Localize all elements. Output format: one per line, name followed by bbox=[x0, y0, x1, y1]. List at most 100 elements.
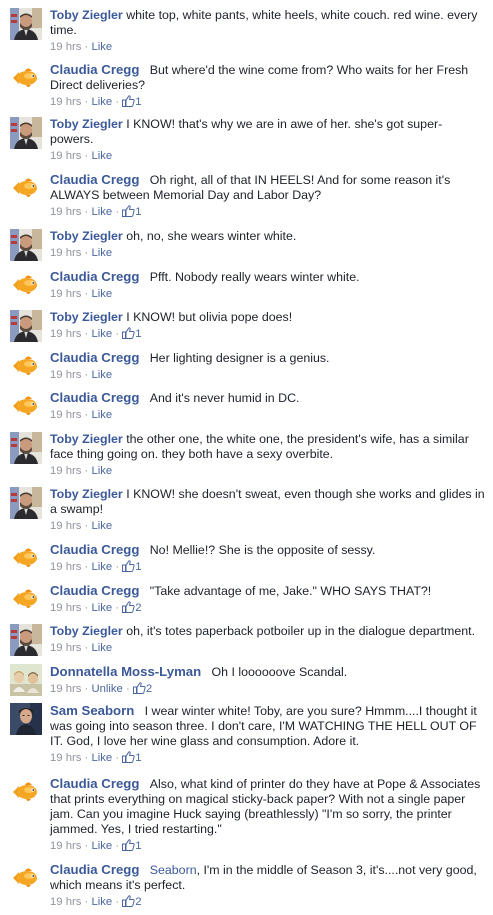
timestamp[interactable]: 19 hrs bbox=[50, 369, 81, 381]
comment-body: Toby Ziegler I KNOW! that's why we are i… bbox=[50, 117, 485, 164]
like-count[interactable]: 2 bbox=[132, 682, 153, 695]
avatar-goldfish[interactable] bbox=[10, 390, 42, 422]
like-button[interactable]: Like bbox=[91, 409, 112, 421]
timestamp[interactable]: 19 hrs bbox=[50, 328, 81, 340]
avatar-toby[interactable] bbox=[10, 117, 42, 149]
like-button[interactable]: Like bbox=[91, 602, 112, 614]
avatar-goldfish[interactable] bbox=[10, 862, 42, 894]
avatar-goldfish[interactable] bbox=[10, 583, 42, 615]
like-button[interactable]: Like bbox=[91, 150, 112, 162]
like-thumb-icon bbox=[122, 327, 135, 339]
like-button[interactable]: Like bbox=[91, 369, 112, 381]
timestamp[interactable]: 19 hrs bbox=[50, 465, 81, 477]
comment-meta: 19 hrs · Like bbox=[50, 520, 113, 532]
comment-author-link[interactable]: Claudia Cregg bbox=[50, 269, 139, 284]
like-count[interactable]: 2 bbox=[122, 601, 142, 614]
like-count[interactable]: 1 bbox=[122, 839, 142, 852]
comment-author-link[interactable]: Claudia Cregg bbox=[50, 776, 139, 791]
avatar-goldfish[interactable] bbox=[10, 350, 42, 382]
like-button[interactable]: Like bbox=[91, 206, 112, 218]
comment-author-link[interactable]: Toby Ziegler bbox=[50, 229, 123, 243]
comment-author-link[interactable]: Toby Ziegler bbox=[50, 117, 123, 131]
comment-author-link[interactable]: Toby Ziegler bbox=[50, 487, 123, 501]
avatar-goldfish[interactable] bbox=[10, 269, 42, 301]
timestamp[interactable]: 19 hrs bbox=[50, 752, 81, 764]
avatar-toby[interactable] bbox=[10, 432, 42, 464]
timestamp[interactable]: 19 hrs bbox=[50, 520, 81, 532]
like-button[interactable]: Like bbox=[91, 288, 112, 300]
unlike-button[interactable]: Unlike bbox=[91, 683, 122, 695]
comment-message: I KNOW! but olivia pope does! bbox=[126, 310, 293, 324]
like-count[interactable]: 1 bbox=[122, 751, 142, 764]
comment-body: Claudia Cregg No! Mellie!? She is the op… bbox=[50, 542, 485, 575]
comment-author-link[interactable]: Claudia Cregg bbox=[50, 862, 139, 877]
avatar-toby[interactable] bbox=[10, 8, 42, 40]
like-count[interactable]: 1 bbox=[122, 327, 142, 340]
comment-text: Toby Ziegler oh, it's totes paperback po… bbox=[50, 624, 485, 639]
comment-author-link[interactable]: Toby Ziegler bbox=[50, 624, 123, 638]
avatar-goldfish[interactable] bbox=[10, 542, 42, 574]
like-count-number: 2 bbox=[145, 683, 153, 695]
comment-meta: 19 hrs · Like · 1 bbox=[50, 560, 142, 573]
like-count[interactable]: 1 bbox=[122, 560, 142, 573]
like-button[interactable]: Like bbox=[91, 465, 112, 477]
mention-link[interactable]: Seaborn bbox=[150, 863, 197, 877]
comment-author-link[interactable]: Claudia Cregg bbox=[50, 390, 139, 405]
comment-author-link[interactable]: Claudia Cregg bbox=[50, 172, 139, 187]
timestamp[interactable]: 19 hrs bbox=[50, 642, 81, 654]
like-count[interactable]: 1 bbox=[122, 205, 142, 218]
timestamp[interactable]: 19 hrs bbox=[50, 247, 81, 259]
avatar-toby[interactable] bbox=[10, 229, 42, 261]
timestamp[interactable]: 19 hrs bbox=[50, 896, 81, 908]
timestamp[interactable]: 19 hrs bbox=[50, 41, 81, 53]
comment-author-link[interactable]: Toby Ziegler bbox=[50, 432, 123, 446]
timestamp[interactable]: 19 hrs bbox=[50, 150, 81, 162]
like-button[interactable]: Like bbox=[91, 896, 112, 908]
comment-author-link[interactable]: Claudia Cregg bbox=[50, 583, 139, 598]
comment-author-link[interactable]: Toby Ziegler bbox=[50, 8, 123, 22]
like-button[interactable]: Like bbox=[91, 642, 112, 654]
avatar-toby[interactable] bbox=[10, 624, 42, 656]
timestamp[interactable]: 19 hrs bbox=[50, 602, 81, 614]
like-button[interactable]: Like bbox=[91, 328, 112, 340]
comment-author-link[interactable]: Donnatella Moss-Lyman bbox=[50, 664, 201, 679]
comment-message: oh, no, she wears winter white. bbox=[126, 229, 297, 243]
avatar-toby[interactable] bbox=[10, 310, 42, 342]
like-button[interactable]: Like bbox=[91, 41, 112, 53]
avatar-donna[interactable] bbox=[10, 664, 42, 696]
comment-meta: 19 hrs · Like bbox=[50, 41, 113, 53]
comment-author-link[interactable]: Claudia Cregg bbox=[50, 542, 139, 557]
like-button[interactable]: Like bbox=[91, 752, 112, 764]
like-button[interactable]: Like bbox=[91, 247, 112, 259]
timestamp[interactable]: 19 hrs bbox=[50, 840, 81, 852]
like-count[interactable]: 1 bbox=[122, 95, 142, 108]
avatar-goldfish[interactable] bbox=[10, 776, 42, 808]
comment-body: Claudia Cregg But where'd the wine come … bbox=[50, 62, 485, 110]
comment-meta: 19 hrs · Like · 1 bbox=[50, 327, 142, 340]
avatar-goldfish[interactable] bbox=[10, 172, 42, 204]
like-button[interactable]: Like bbox=[91, 520, 112, 532]
timestamp[interactable]: 19 hrs bbox=[50, 206, 81, 218]
comment-meta: 19 hrs · Like bbox=[50, 150, 113, 162]
timestamp[interactable]: 19 hrs bbox=[50, 288, 81, 300]
timestamp[interactable]: 19 hrs bbox=[50, 561, 81, 573]
comment-author-link[interactable]: Toby Ziegler bbox=[50, 310, 123, 324]
like-button[interactable]: Like bbox=[91, 96, 112, 108]
comment-author-link[interactable]: Sam Seaborn bbox=[50, 703, 134, 718]
comment-body: Claudia Cregg "Take advantage of me, Jak… bbox=[50, 583, 485, 616]
like-button[interactable]: Like bbox=[91, 561, 112, 573]
comment-text: Toby Ziegler I KNOW! but olivia pope doe… bbox=[50, 310, 485, 325]
avatar-goldfish[interactable] bbox=[10, 62, 42, 94]
comment-meta: 19 hrs · Like · 2 bbox=[50, 895, 142, 908]
comment-body: Donnatella Moss-Lyman Oh I loooooove Sca… bbox=[50, 664, 485, 697]
timestamp[interactable]: 19 hrs bbox=[50, 96, 81, 108]
avatar-sam[interactable] bbox=[10, 703, 42, 735]
avatar-toby[interactable] bbox=[10, 487, 42, 519]
timestamp[interactable]: 19 hrs bbox=[50, 683, 81, 695]
timestamp[interactable]: 19 hrs bbox=[50, 409, 81, 421]
comment-author-link[interactable]: Claudia Cregg bbox=[50, 62, 139, 77]
like-button[interactable]: Like bbox=[91, 840, 112, 852]
like-count[interactable]: 2 bbox=[122, 895, 142, 908]
comment-author-link[interactable]: Claudia Cregg bbox=[50, 350, 139, 365]
like-thumb-icon bbox=[122, 839, 135, 851]
